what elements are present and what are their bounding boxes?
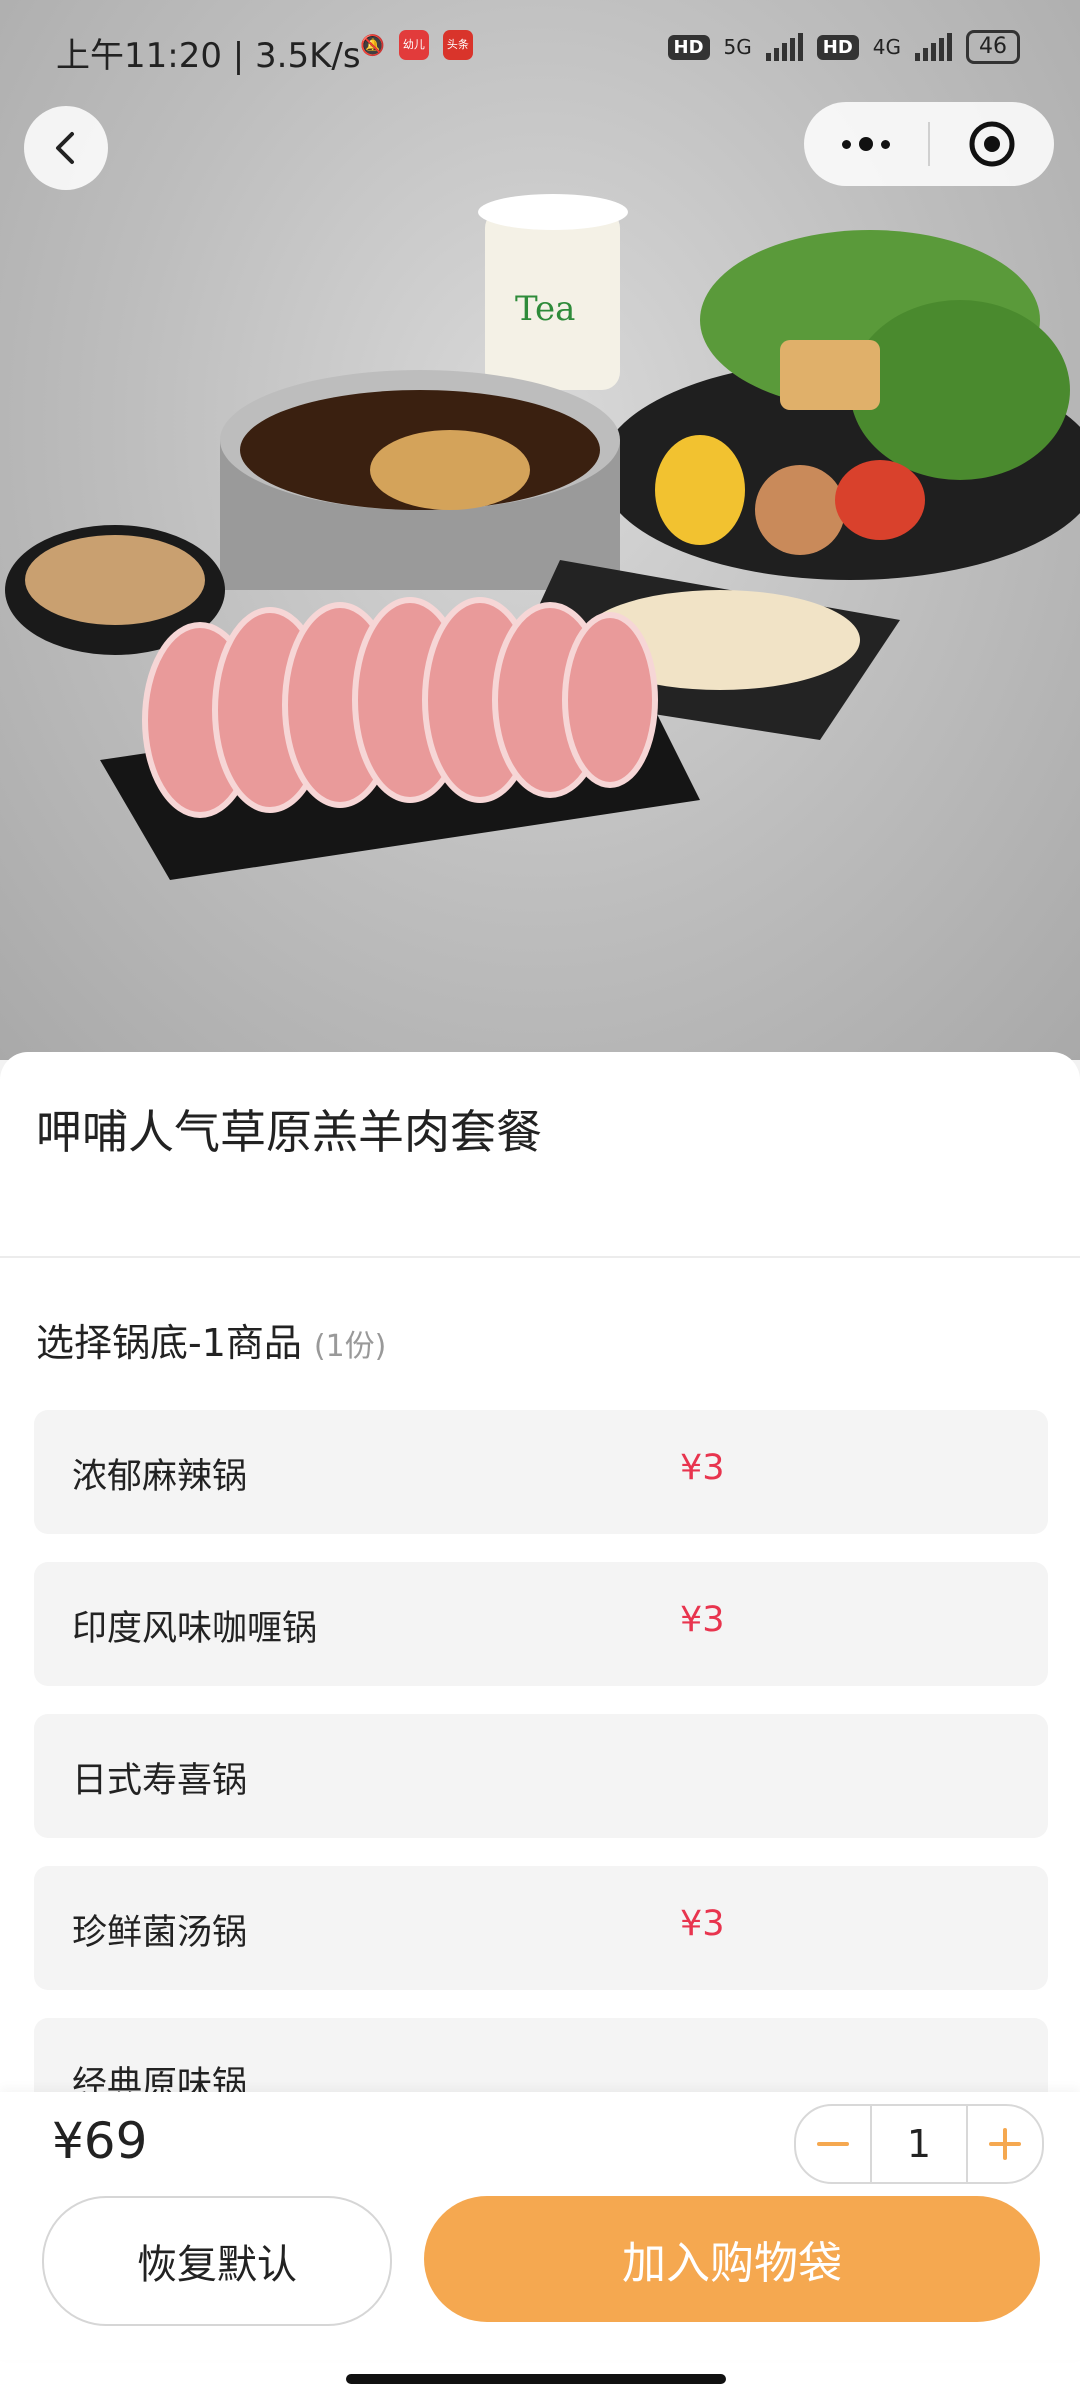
status-bar: 上午11:20 | 3.5K/s 🔕 幼儿 头条 HD 5G HD 4G 46 [0,0,1080,100]
more-button[interactable] [804,102,928,186]
broth-option-1[interactable]: 浓郁麻辣锅 ¥3 [34,1410,1048,1534]
status-indicators: HD 5G HD 4G 46 [667,30,1020,64]
battery-icon: 46 [966,30,1020,64]
svg-text:Tea: Tea [515,289,575,329]
total-price: ¥69 [52,2112,148,2170]
divider [0,1256,1080,1258]
section-title: 选择锅底-1商品 (1份) [36,1312,386,1367]
mute-icon: 🔕 [360,33,385,57]
status-app-badges: 🔕 幼儿 头条 [360,30,473,60]
option-price: ¥3 [680,1600,725,1640]
product-title: 呷哺人气草原羔羊肉套餐 [36,1105,542,1159]
target-close-icon [969,121,1015,167]
option-price: ¥3 [680,1448,725,1488]
add-to-bag-button[interactable]: 加入购物袋 [424,2196,1040,2322]
plus-icon [989,2128,1021,2160]
signal-icon-2 [915,33,952,61]
app-badge-2: 头条 [442,30,473,60]
section-count: (1份) [313,1329,387,1364]
quantity-stepper: 1 [794,2104,1044,2184]
home-indicator[interactable] [346,2374,726,2384]
option-name: 日式寿喜锅 [72,1761,248,1801]
broth-option-4[interactable]: 珍鲜菌汤锅 ¥3 [34,1866,1048,1990]
network-5g: 5G [723,35,752,59]
option-name: 浓郁麻辣锅 [72,1457,248,1497]
broth-option-3[interactable]: 日式寿喜锅 [34,1714,1048,1838]
chevron-left-icon [56,132,74,164]
minus-icon [817,2142,849,2146]
broth-option-2[interactable]: 印度风味咖喱锅 ¥3 [34,1562,1048,1686]
app-badge-1: 幼儿 [398,30,429,60]
option-name: 印度风味咖喱锅 [72,1609,318,1649]
hd-badge: HD [667,34,710,60]
hd-badge-2: HD [816,34,859,60]
signal-icon [765,33,803,61]
reset-default-button[interactable]: 恢复默认 [42,2196,392,2326]
close-button[interactable] [930,102,1054,186]
network-4g: 4G [872,35,901,59]
quantity-value: 1 [870,2106,968,2182]
mini-program-capsule [804,102,1054,186]
decrease-button[interactable] [796,2106,870,2182]
more-dots-icon [842,137,890,151]
option-price: ¥3 [680,1904,725,1944]
status-time: 上午11:20 | 3.5K/s [56,36,361,76]
section-title-text: 选择锅底-1商品 [36,1321,302,1365]
back-button[interactable] [24,106,108,190]
option-name: 珍鲜菌汤锅 [72,1913,248,1953]
increase-button[interactable] [968,2106,1042,2182]
